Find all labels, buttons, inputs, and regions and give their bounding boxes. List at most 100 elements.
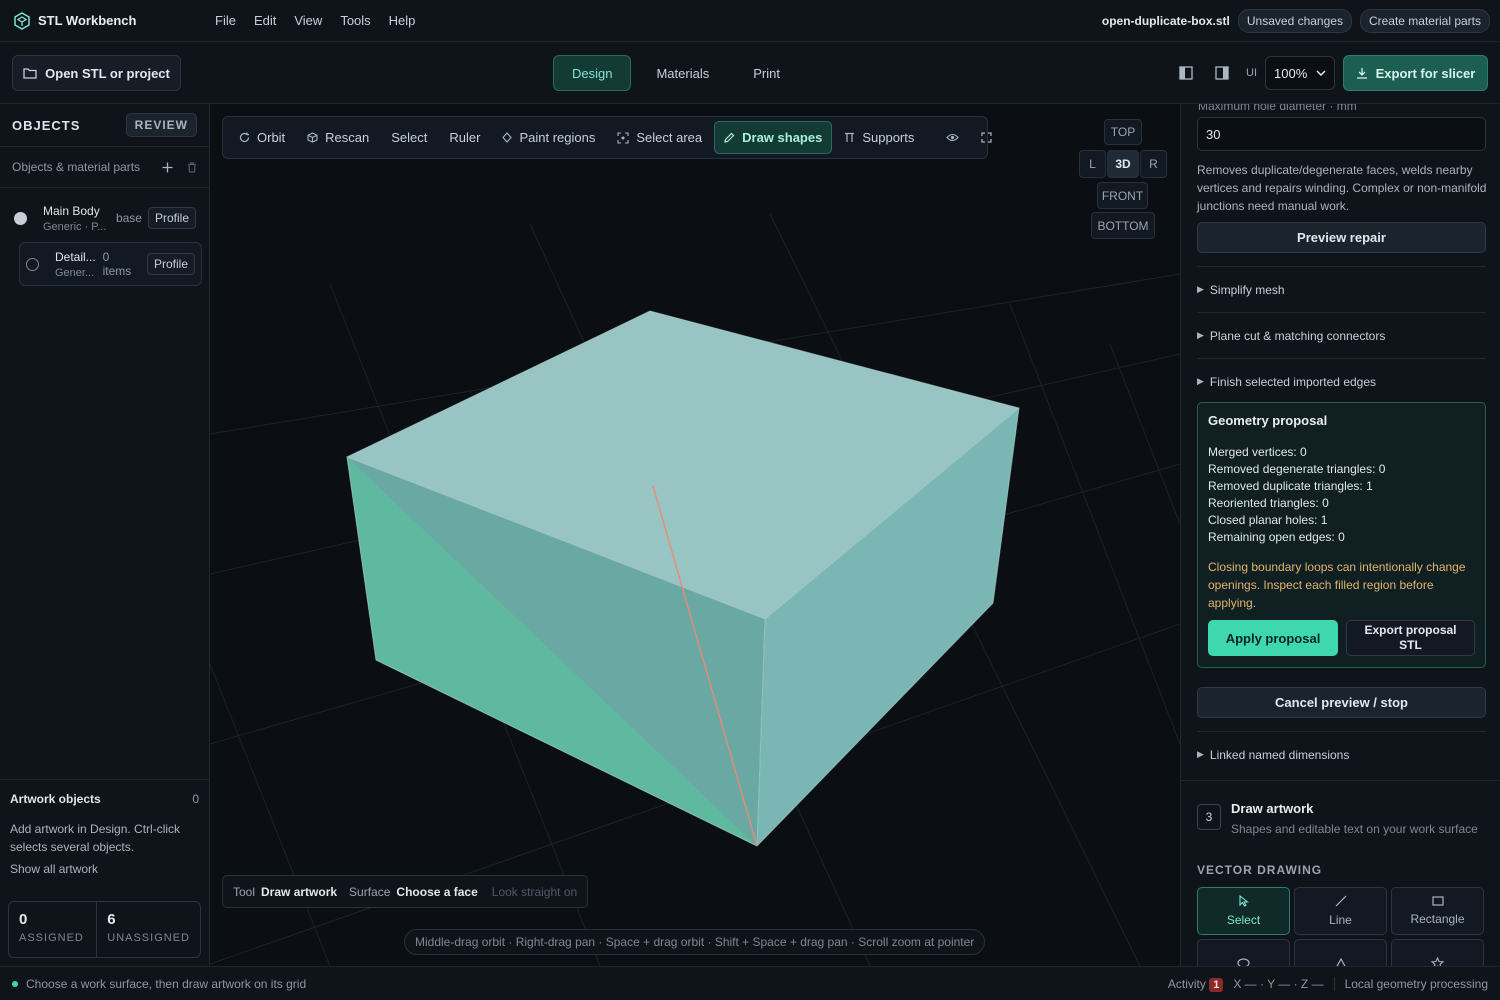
- tool-draw-shapes[interactable]: Draw shapes: [714, 121, 833, 154]
- hole-diameter-input[interactable]: 30: [1197, 117, 1486, 151]
- tool-status-label: Tool: [233, 884, 256, 899]
- apply-proposal-button[interactable]: Apply proposal: [1208, 620, 1338, 656]
- fullscreen-button[interactable]: [971, 121, 1002, 154]
- export-for-slicer-button[interactable]: Export for slicer: [1343, 55, 1488, 91]
- tab-print[interactable]: Print: [734, 55, 799, 91]
- menu-file[interactable]: File: [206, 13, 245, 28]
- export-label: Export for slicer: [1375, 65, 1476, 81]
- look-straight-on-button[interactable]: Look straight on: [492, 885, 577, 899]
- tab-design[interactable]: Design: [553, 55, 632, 91]
- section-finish-edges[interactable]: ▶ Finish selected imported edges: [1197, 358, 1486, 404]
- tool-ruler-label: Ruler: [449, 130, 481, 145]
- show-all-artwork-link[interactable]: Show all artwork: [10, 862, 199, 876]
- ui-zoom-select[interactable]: 100%: [1265, 56, 1335, 90]
- pencil-icon: [724, 132, 735, 143]
- activity-count-badge: 1: [1209, 977, 1224, 992]
- coordinate-readout: X — · Y — · Z —: [1233, 976, 1324, 991]
- tool-orbit[interactable]: Orbit: [229, 121, 295, 154]
- folder-icon: [23, 68, 37, 79]
- status-message: Choose a work surface, then draw artwork…: [26, 976, 307, 991]
- toggle-visibility-button[interactable]: [936, 121, 969, 154]
- export-proposal-button[interactable]: Export proposal STL: [1346, 620, 1475, 656]
- vector-tool-star[interactable]: [1391, 939, 1484, 966]
- line-icon: [1335, 895, 1346, 907]
- objects-sidebar: OBJECTS REVIEW Objects & material parts …: [0, 104, 210, 966]
- tool-paint-regions[interactable]: Paint regions: [492, 121, 605, 154]
- scene-canvas[interactable]: [210, 104, 1180, 966]
- section-simplify-mesh[interactable]: ▶ Simplify mesh: [1197, 266, 1486, 312]
- vector-tool-rectangle[interactable]: Rectangle: [1391, 887, 1484, 935]
- object-visibility-dot[interactable]: [26, 257, 39, 271]
- object-profile-button[interactable]: Profile: [147, 207, 196, 229]
- status-indicator-dot: [12, 980, 18, 987]
- tool-orbit-label: Orbit: [257, 130, 286, 145]
- activity-button[interactable]: Activity 1: [1167, 976, 1224, 992]
- add-icon[interactable]: [162, 162, 173, 173]
- assigned-count: 0: [19, 911, 28, 928]
- caret-right-icon: ▶: [1197, 749, 1204, 759]
- vector-tool-line[interactable]: Line: [1294, 887, 1387, 935]
- object-row-main-body[interactable]: Main Body Generic · P... base Profile: [8, 196, 202, 240]
- caret-right-icon: ▶: [1197, 284, 1204, 294]
- view-left-button[interactable]: L: [1079, 150, 1106, 178]
- unassigned-stat: 6 UNASSIGNED: [96, 902, 200, 957]
- menu-view[interactable]: View: [285, 13, 331, 28]
- view-3d-button[interactable]: 3D: [1107, 150, 1139, 178]
- section-label: Linked named dimensions: [1209, 747, 1350, 762]
- artwork-count: 0: [192, 792, 199, 806]
- tool-rescan[interactable]: Rescan: [297, 121, 379, 154]
- menu-tools[interactable]: Tools: [331, 13, 379, 28]
- cancel-preview-button[interactable]: Cancel preview / stop: [1197, 687, 1486, 718]
- tool-draw-shapes-label: Draw shapes: [742, 130, 823, 145]
- section-label: Plane cut & matching connectors: [1209, 328, 1386, 343]
- assigned-stat: 0 ASSIGNED: [9, 902, 96, 957]
- activity-label: Activity: [1167, 976, 1206, 991]
- open-stl-label: Open STL or project: [45, 65, 170, 81]
- tab-materials[interactable]: Materials: [637, 55, 728, 91]
- object-profile-button[interactable]: Profile: [146, 253, 195, 275]
- tool-select[interactable]: Select: [381, 121, 437, 154]
- proposal-stat: Removed degenerate triangles: 0: [1208, 462, 1386, 476]
- mesh-box[interactable]: [345, 310, 1021, 847]
- object-tag: base: [115, 211, 142, 225]
- proposal-warning: Closing boundary loops can intentionally…: [1208, 560, 1466, 610]
- 3d-viewport[interactable]: Orbit Rescan Select Ruler Paint regions …: [210, 104, 1180, 966]
- create-material-parts-button[interactable]: Create material parts: [1359, 8, 1490, 33]
- artwork-description: Add artwork in Design. Ctrl-click select…: [10, 822, 181, 854]
- draw-artwork-title: Draw artwork: [1231, 801, 1314, 816]
- section-label: Finish selected imported edges: [1209, 374, 1377, 389]
- menu-help[interactable]: Help: [380, 13, 425, 28]
- view-right-button[interactable]: R: [1140, 150, 1167, 178]
- tool-select-area[interactable]: Select area: [607, 121, 712, 154]
- proposal-stat: Reoriented triangles: 0: [1208, 496, 1329, 510]
- menu-edit[interactable]: Edit: [245, 13, 285, 28]
- object-visibility-dot[interactable]: [14, 211, 27, 225]
- step-number: 3: [1197, 804, 1221, 830]
- navigation-hints: Middle-drag orbit · Right-drag pan · Spa…: [404, 929, 986, 955]
- brand: STL Workbench: [0, 11, 200, 30]
- view-front-button[interactable]: FRONT: [1097, 182, 1148, 209]
- vector-tool-select[interactable]: Select: [1197, 887, 1290, 935]
- open-stl-button[interactable]: Open STL or project: [12, 55, 181, 91]
- view-bottom-button[interactable]: BOTTOM: [1091, 212, 1155, 239]
- vector-tool-ellipse[interactable]: [1197, 939, 1290, 966]
- object-tag: 0 items: [102, 250, 132, 278]
- vector-tool-triangle[interactable]: [1294, 939, 1387, 966]
- preview-repair-button[interactable]: Preview repair: [1197, 222, 1486, 253]
- tool-ruler[interactable]: Ruler: [439, 121, 490, 154]
- tool-supports[interactable]: Supports: [834, 121, 924, 154]
- toggle-right-panel-icon[interactable]: [1208, 59, 1236, 87]
- section-linked-dimensions[interactable]: ▶ Linked named dimensions: [1197, 731, 1486, 777]
- section-plane-cut[interactable]: ▶ Plane cut & matching connectors: [1197, 312, 1486, 358]
- section-label: Simplify mesh: [1209, 282, 1285, 297]
- proposal-stat: Removed duplicate triangles: 1: [1208, 479, 1373, 493]
- surface-status-label: Surface: [349, 884, 391, 899]
- review-button[interactable]: REVIEW: [125, 113, 197, 137]
- file-name: open-duplicate-box.stl: [1101, 13, 1230, 28]
- toggle-left-panel-icon[interactable]: [1172, 59, 1200, 87]
- object-row-detail[interactable]: Detail... Gener... 0 items Profile: [19, 242, 202, 286]
- trash-icon[interactable]: [187, 161, 197, 173]
- ellipse-icon: [1237, 958, 1250, 966]
- view-top-button[interactable]: TOP: [1104, 119, 1142, 145]
- triangle-icon: [1335, 957, 1346, 966]
